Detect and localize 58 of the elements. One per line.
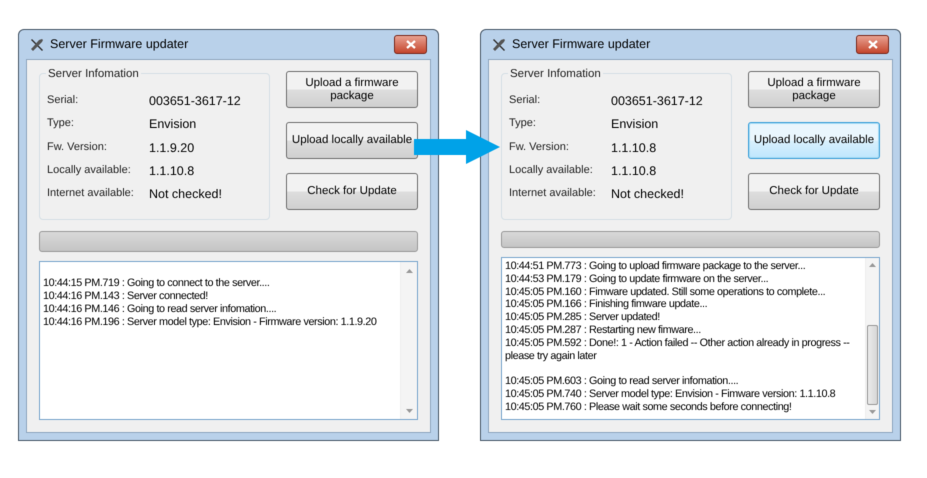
log-line: 10:45:05 PM.160 : Fimware updated. Still some operations to complete... <box>505 286 826 298</box>
field-value: 1.1.10.8 <box>611 162 656 180</box>
close-icon <box>406 40 416 49</box>
close-button[interactable] <box>394 35 427 54</box>
field-label: Type: <box>509 116 537 132</box>
down-arrow-icon <box>406 408 412 412</box>
log-line: 10:45:05 PM.166 : Finishing fimware update... <box>505 298 708 312</box>
field-label: Internet available: <box>509 186 597 202</box>
up-arrow-icon <box>868 263 876 268</box>
window-title: Server Firmware updater <box>50 36 190 54</box>
field-label: Serial: <box>47 93 80 108</box>
field-label: Fw. Version: <box>509 140 570 155</box>
tools-icon <box>492 38 506 52</box>
field-value: 1.1.9.20 <box>149 140 194 157</box>
log-line: 10:45:05 PM.603 : Going to read server infomation.... <box>505 374 740 388</box>
field-value: Envision <box>611 116 658 134</box>
close-button[interactable] <box>856 35 889 54</box>
field-value: Not checked! <box>149 186 222 204</box>
field-value: Envision <box>149 116 196 134</box>
log-textbox[interactable] <box>39 261 418 420</box>
log-line: 10:44:51 PM.773 : Going to upload firmware package to the server... <box>505 260 806 273</box>
scrollbar[interactable] <box>864 258 879 419</box>
field-value: 003651-3617-12 <box>149 93 241 110</box>
field-value: 1.1.10.8 <box>149 162 194 180</box>
window-title: Server Firmware updater <box>512 36 652 54</box>
log-line: 10:44:16 PM.143 : Server connected! <box>43 290 209 303</box>
action-button[interactable]: Upload a firmware package <box>286 71 418 108</box>
scrollbar[interactable] <box>400 262 417 419</box>
field-value: 1.1.10.8 <box>611 140 656 157</box>
log-textbox[interactable] <box>501 257 880 420</box>
field-label: Locally available: <box>509 162 594 178</box>
action-button[interactable]: Upload a firmware package <box>748 71 880 108</box>
action-button[interactable]: Upload locally available <box>748 122 880 159</box>
log-line: 10:44:16 PM.196 : Server model type: Envision - Firmware version: 1.1.9.20 <box>43 316 378 328</box>
action-button[interactable]: Check for Update <box>286 173 418 210</box>
field-label: Locally available: <box>47 162 132 178</box>
close-icon <box>868 40 878 49</box>
scroll-thumb[interactable] <box>866 324 878 404</box>
log-line: 10:45:05 PM.740 : Server model type: Envision - Fimware version: 1.1.10.8 <box>505 388 836 401</box>
field-label: Type: <box>47 116 75 132</box>
down-arrow-icon <box>868 410 876 414</box>
field-value: 003651-3617-12 <box>611 93 703 110</box>
tools-icon <box>30 38 44 52</box>
log-line: 10:45:05 PM.760 : Please wait some seconds before connecting! <box>505 400 793 414</box>
action-button[interactable]: Check for Update <box>748 173 880 210</box>
log-line: 10:44:16 PM.146 : Going to read server infomation.... <box>43 302 278 316</box>
log-line: 10:45:05 PM.592 : Done!: 1 - Action failed -- Other action already in progress -- please try again later <box>505 336 850 362</box>
log-line: 10:44:53 PM.179 : Going to update firmware on the server... <box>505 272 770 286</box>
action-button[interactable]: Upload locally available <box>286 122 418 159</box>
field-label: Internet available: <box>47 186 135 202</box>
up-arrow-icon <box>406 268 412 273</box>
field-label: Serial: <box>509 93 542 108</box>
field-label: Fw. Version: <box>47 140 108 155</box>
log-line: 10:45:05 PM.285 : Server updated! <box>505 311 661 324</box>
log-line: 10:44:15 PM.719 : Going to connect to the server.... <box>43 276 270 290</box>
field-value: Not checked! <box>611 186 684 204</box>
right-arrow-icon <box>414 130 500 164</box>
log-line: 10:45:05 PM.287 : Restarting new fimware... <box>505 324 702 337</box>
